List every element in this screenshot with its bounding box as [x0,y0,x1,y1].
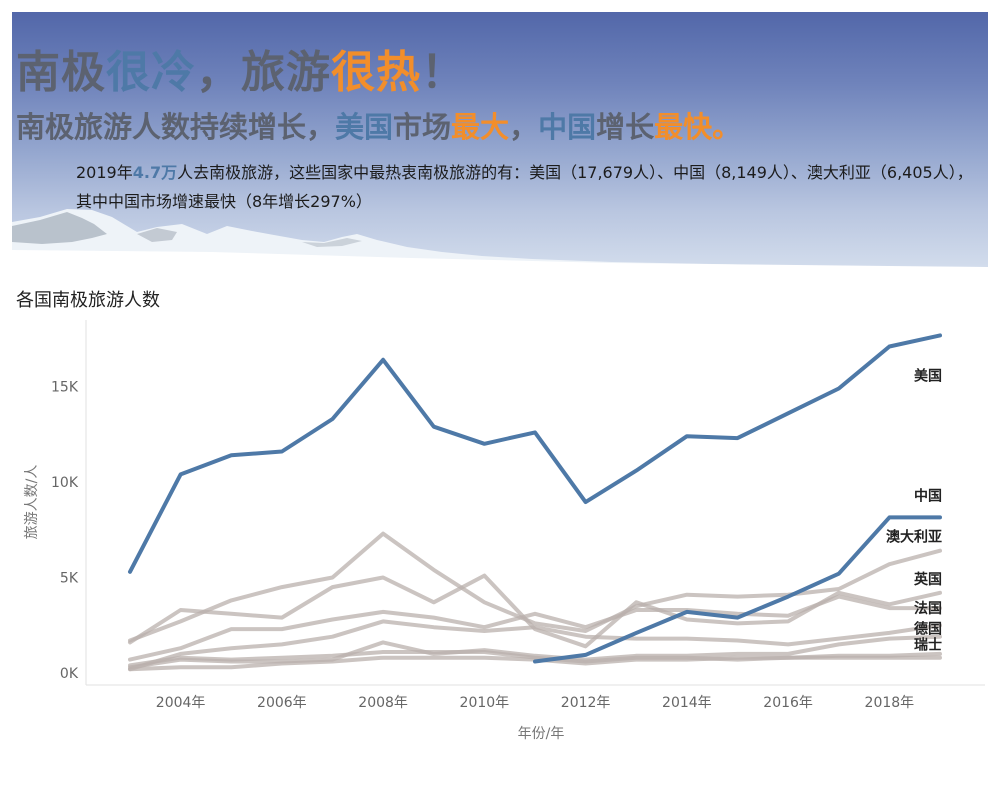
header-banner: 南极很冷，旅游很热！ 南极旅游人数持续增长，美国市场最大，中国增长最快。 201… [12,12,988,267]
x-tick-label: 2008年 [358,695,408,711]
series-line-美国 [128,333,942,574]
x-tick-label: 2014年 [662,695,712,711]
x-tick-label: 2016年 [763,695,813,711]
context-series-group [128,531,942,672]
series-labels: 美国中国澳大利亚英国法国德国瑞士 [886,367,942,653]
series-label: 瑞士 [914,637,942,654]
x-axis-ticks: 2004年 2006年 2008年 2010年 2012年 2014年 2016年 2018年 [156,695,914,711]
y-axis-ticks: 0K 5K 10K 15K [51,380,79,682]
series-label: 中国 [914,487,942,504]
series-label: 英国 [913,571,942,588]
x-axis-title: 年份/年 [518,726,565,742]
headline: 南极很冷，旅游很热！ [16,47,466,98]
series-line-澳大利亚 [128,531,942,643]
x-tick-label: 2010年 [460,695,510,711]
series-label: 澳大利亚 [886,529,942,546]
y-tick-label: 10K [51,475,79,491]
y-tick-label: 0K [60,666,79,682]
y-axis-title: 旅游人数/人 [24,465,40,540]
series-label: 美国 [914,367,942,384]
series-line-英国 [128,573,942,649]
series-label: 德国 [914,620,942,637]
y-tick-label: 5K [60,571,79,587]
x-tick-label: 2004年 [156,695,206,711]
x-tick-label: 2006年 [257,695,307,711]
summary-text: 2019年4.7万人去南极旅游，这些国家中最热衷南极旅游的有：美国（17,679… [76,163,973,211]
line-chart: 0K 5K 10K 15K 2004年 2006年 2008年 2010年 2012年 2014… [24,320,985,742]
series-label: 法国 [914,600,942,617]
y-tick-label: 15K [51,380,79,396]
x-tick-label: 2012年 [561,695,611,711]
x-tick-label: 2018年 [865,695,915,711]
subheadline: 南极旅游人数持续增长，美国市场最大，中国增长最快。 [16,110,742,144]
